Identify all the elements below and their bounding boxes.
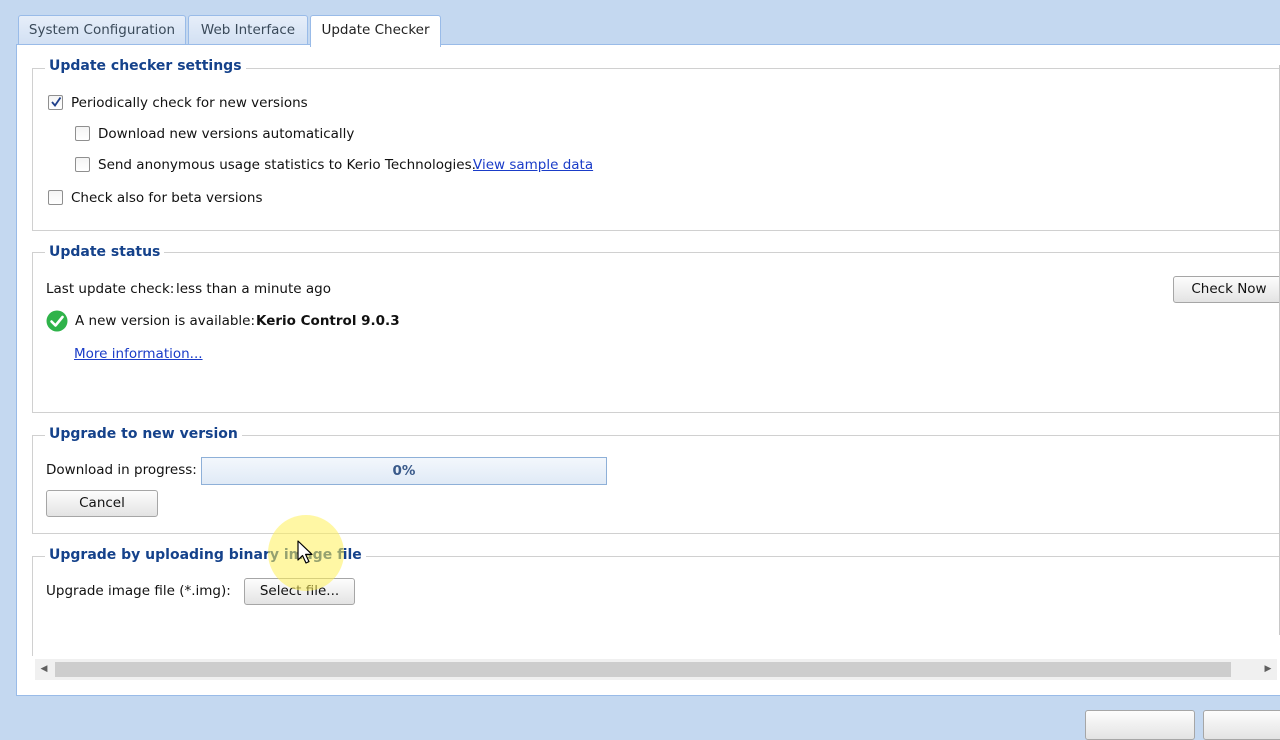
download-progress-bar: 0% bbox=[201, 457, 607, 485]
mouse-pointer-icon bbox=[297, 540, 313, 564]
fieldset-border bbox=[32, 252, 33, 412]
scroll-right-icon[interactable]: ▶ bbox=[1259, 659, 1277, 680]
horizontal-scrollbar[interactable]: ◀ ▶ bbox=[35, 659, 1277, 680]
legend-upload-binary-image: Upgrade by uploading binary image file bbox=[45, 547, 366, 563]
scroll-left-icon[interactable]: ◀ bbox=[35, 659, 53, 680]
fieldset-border bbox=[32, 412, 1280, 413]
new-version-text: A new version is available: bbox=[75, 313, 256, 329]
download-auto-label[interactable]: Download new versions automatically bbox=[98, 126, 354, 142]
periodic-check-checkbox[interactable] bbox=[48, 95, 63, 110]
upgrade-image-file-label: Upgrade image file (*.img): bbox=[46, 583, 231, 599]
send-stats-checkbox[interactable] bbox=[75, 157, 90, 172]
tab-bar: System Configuration Web Interface Updat… bbox=[0, 0, 1280, 47]
last-check-value: less than a minute ago bbox=[176, 281, 331, 297]
view-sample-data-link[interactable]: View sample data bbox=[473, 157, 593, 173]
tab-web-interface[interactable]: Web Interface bbox=[188, 15, 308, 45]
download-auto-checkbox[interactable] bbox=[75, 126, 90, 141]
checkmark-icon bbox=[51, 96, 62, 107]
success-check-icon bbox=[46, 310, 68, 332]
fieldset-border bbox=[32, 252, 1280, 253]
beta-check-label[interactable]: Check also for beta versions bbox=[71, 190, 263, 206]
legend-upgrade-new-version: Upgrade to new version bbox=[45, 426, 242, 442]
beta-check-checkbox[interactable] bbox=[48, 190, 63, 205]
more-information-link[interactable]: More information... bbox=[74, 346, 203, 362]
apply-button[interactable] bbox=[1085, 710, 1195, 740]
last-check-label: Last update check: bbox=[46, 281, 175, 297]
send-stats-label[interactable]: Send anonymous usage statistics to Kerio… bbox=[98, 157, 476, 173]
fieldset-border bbox=[32, 230, 1280, 231]
select-file-button[interactable]: Select file... bbox=[244, 578, 355, 605]
fieldset-border bbox=[32, 556, 33, 656]
legend-update-status: Update status bbox=[45, 244, 165, 260]
new-version-name: Kerio Control 9.0.3 bbox=[256, 313, 400, 329]
progress-text: 0% bbox=[392, 463, 416, 479]
periodic-check-label[interactable]: Periodically check for new versions bbox=[71, 95, 308, 111]
cancel-button[interactable]: Cancel bbox=[46, 490, 158, 517]
scrollbar-thumb[interactable] bbox=[55, 662, 1231, 677]
download-progress-label: Download in progress: bbox=[46, 462, 197, 478]
check-now-button[interactable]: Check Now bbox=[1173, 276, 1280, 303]
reset-button[interactable] bbox=[1203, 710, 1280, 740]
tab-update-checker[interactable]: Update Checker bbox=[310, 15, 441, 47]
update-checker-panel: Update checker settings Periodically che… bbox=[16, 44, 1280, 696]
tab-system-configuration[interactable]: System Configuration bbox=[18, 15, 186, 45]
legend-update-checker-settings: Update checker settings bbox=[45, 58, 246, 74]
fieldset-border bbox=[32, 68, 33, 230]
fieldset-border bbox=[32, 533, 1280, 534]
fieldset-border bbox=[32, 435, 33, 533]
